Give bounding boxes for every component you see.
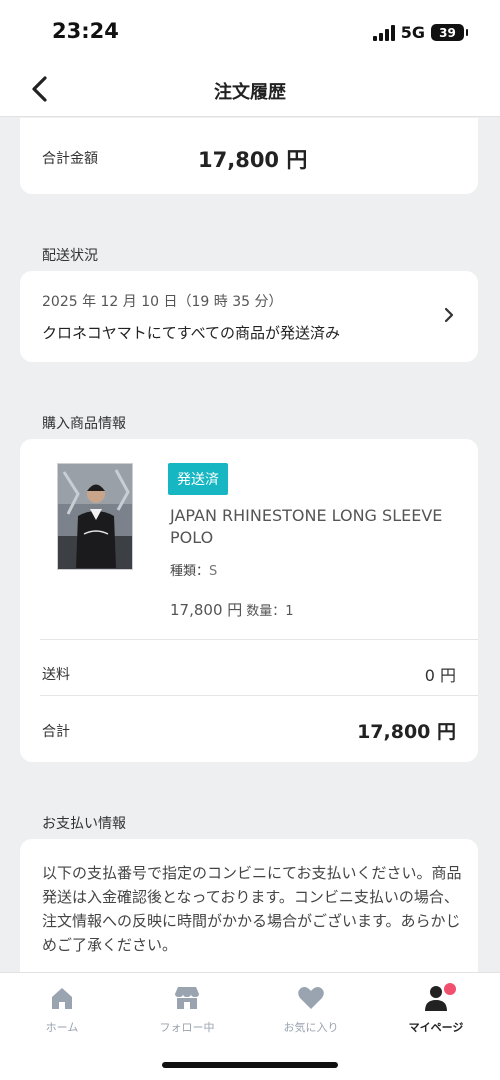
- network-label: 5G: [400, 23, 425, 42]
- home-icon: [46, 983, 78, 1013]
- divider: [40, 639, 478, 640]
- status-indicators: 5G 39: [372, 23, 468, 42]
- order-total-card: 合計金額 17,800 円: [20, 118, 478, 194]
- tab-home[interactable]: ホーム: [12, 983, 112, 1035]
- product-price-quantity: 17,800 円数量：1: [170, 599, 294, 620]
- total-value: 17,800 円: [357, 721, 456, 743]
- user-icon: [420, 983, 456, 1013]
- notification-dot: [444, 983, 456, 995]
- product-card: 発送済 JAPAN RHINESTONE LONG SLEEVE POLO 種類…: [20, 439, 478, 762]
- order-total-label: 合計金額: [42, 151, 98, 167]
- tab-following[interactable]: フォロー中: [137, 983, 237, 1035]
- payment-instructions: 以下の支払番号で指定のコンビニにてお支払いください。商品発送は入金確認後となって…: [42, 864, 462, 954]
- status-bar: 23:24 5G 39: [0, 0, 500, 62]
- tab-home-label: ホーム: [45, 1021, 79, 1034]
- tab-favorites-label: お気に入り: [283, 1021, 339, 1034]
- shipping-date: 2025 年 12 月 10 日（19 時 35 分）: [42, 294, 283, 310]
- tab-mypage-label: マイページ: [408, 1021, 464, 1034]
- tab-following-label: フォロー中: [159, 1021, 215, 1034]
- chevron-right-icon: [444, 307, 454, 323]
- page-title: 注文履歴: [214, 82, 286, 103]
- store-icon: [171, 983, 203, 1013]
- product-image[interactable]: [57, 463, 133, 570]
- product-variant: 種類：S: [170, 560, 217, 579]
- product-quantity: 数量：1: [246, 604, 294, 619]
- signal-icon: [372, 24, 395, 41]
- payment-section-title: お支払い情報: [42, 816, 126, 832]
- shipping-status-card[interactable]: 2025 年 12 月 10 日（19 時 35 分） クロネコヤマトにてすべて…: [20, 271, 478, 362]
- product-name[interactable]: JAPAN RHINESTONE LONG SLEEVE POLO: [170, 505, 460, 549]
- shipping-fee-value: 0 円: [424, 666, 456, 685]
- navigation-bar: 注文履歴: [0, 62, 500, 117]
- tab-mypage[interactable]: マイページ: [386, 983, 486, 1035]
- total-label: 合計: [42, 724, 70, 740]
- battery-icon: 39: [431, 24, 468, 41]
- shipping-section-title: 配送状況: [42, 248, 98, 264]
- status-time: 23:24: [52, 19, 119, 43]
- order-total-value: 17,800 円: [198, 148, 308, 172]
- variant-value: S: [209, 564, 218, 579]
- shipping-status-text: クロネコヤマトにてすべての商品が発送済み: [42, 324, 341, 342]
- home-indicator: [162, 1062, 338, 1068]
- variant-label: 種類：: [170, 564, 210, 579]
- product-section-title: 購入商品情報: [42, 416, 126, 432]
- product-price: 17,800 円: [170, 601, 243, 619]
- heart-icon: [295, 983, 327, 1013]
- shipped-badge: 発送済: [168, 463, 228, 495]
- tab-favorites[interactable]: お気に入り: [261, 983, 361, 1035]
- divider: [40, 695, 478, 696]
- shipping-fee-label: 送料: [42, 667, 70, 683]
